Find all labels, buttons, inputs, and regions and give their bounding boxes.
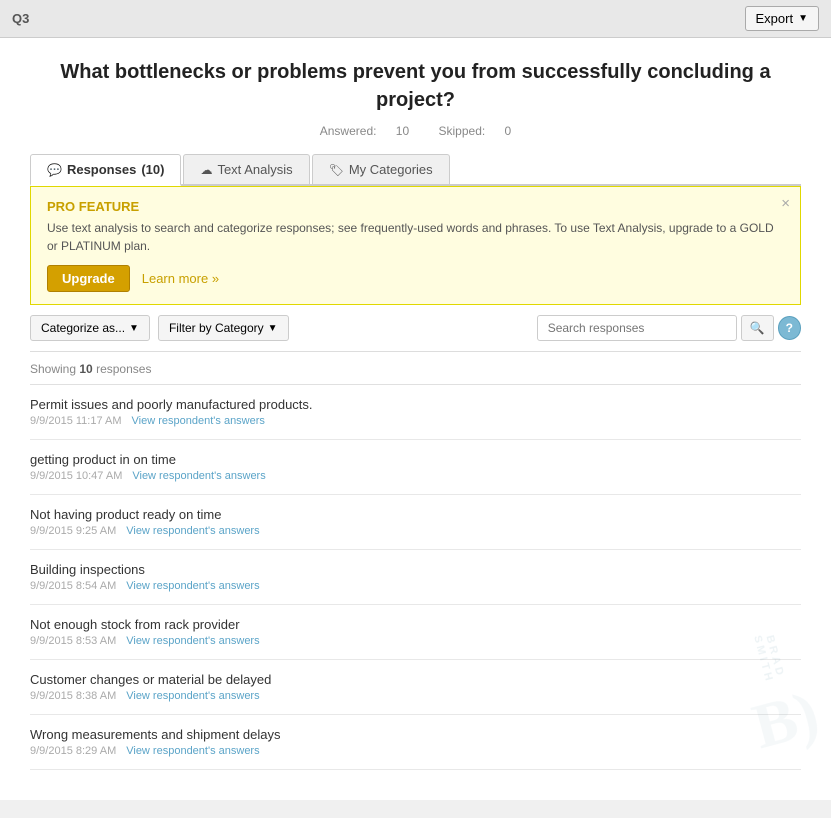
search-container: 🔍 ? (537, 315, 801, 341)
tab-responses-count: (10) (141, 162, 164, 177)
view-answers-link[interactable]: View respondent's answers (126, 580, 259, 592)
response-item: Customer changes or material be delayed … (30, 660, 801, 715)
main-content: What bottlenecks or problems prevent you… (0, 38, 831, 800)
response-item: getting product in on time 9/9/2015 10:4… (30, 440, 801, 495)
search-icon: 🔍 (750, 321, 765, 335)
response-date: 9/9/2015 11:17 AM (30, 415, 122, 427)
search-button[interactable]: 🔍 (741, 315, 774, 341)
help-icon: ? (786, 321, 793, 335)
response-meta: 9/9/2015 8:54 AM View respondent's answe… (30, 580, 801, 592)
response-date: 9/9/2015 8:38 AM (30, 690, 116, 702)
answered-value: 10 (396, 124, 409, 138)
export-chevron-icon: ▼ (798, 13, 808, 24)
tab-text-analysis-label: Text Analysis (217, 162, 292, 177)
view-answers-link[interactable]: View respondent's answers (126, 745, 259, 757)
response-item: Building inspections 9/9/2015 8:54 AM Vi… (30, 550, 801, 605)
response-date: 9/9/2015 8:54 AM (30, 580, 116, 592)
response-date: 9/9/2015 8:53 AM (30, 635, 116, 647)
pro-banner-title: PRO FEATURE (47, 199, 784, 214)
response-meta: 9/9/2015 8:29 AM View respondent's answe… (30, 745, 801, 757)
tabs-container: 💬 Responses (10) ☁ Text Analysis 🏷 My Ca… (30, 154, 801, 186)
response-item: Wrong measurements and shipment delays 9… (30, 715, 801, 770)
filter-chevron-icon: ▼ (268, 323, 278, 334)
skipped-label: Skipped: (439, 124, 486, 138)
question-title: What bottlenecks or problems prevent you… (30, 58, 801, 114)
view-answers-link[interactable]: View respondent's answers (126, 635, 259, 647)
upgrade-button[interactable]: Upgrade (47, 265, 130, 292)
response-text: Wrong measurements and shipment delays (30, 727, 801, 742)
categorize-chevron-icon: ▼ (129, 323, 139, 334)
response-meta: 9/9/2015 10:47 AM View respondent's answ… (30, 470, 801, 482)
response-text: getting product in on time (30, 452, 801, 467)
tab-responses-label: Responses (67, 162, 136, 177)
skipped-value: 0 (505, 124, 512, 138)
tab-responses[interactable]: 💬 Responses (10) (30, 154, 181, 186)
filter-by-category-dropdown[interactable]: Filter by Category ▼ (158, 315, 289, 341)
showing-text: Showing 10 responses (30, 357, 801, 384)
response-meta: 9/9/2015 8:38 AM View respondent's answe… (30, 690, 801, 702)
response-date: 9/9/2015 8:29 AM (30, 745, 116, 757)
view-answers-link[interactable]: View respondent's answers (126, 690, 259, 702)
answered-label: Answered: (320, 124, 377, 138)
tab-text-analysis[interactable]: ☁ Text Analysis (183, 154, 309, 184)
response-count: 10 (79, 362, 92, 376)
question-label: Q3 (12, 11, 29, 26)
tab-my-categories-label: My Categories (349, 162, 433, 177)
response-text: Building inspections (30, 562, 801, 577)
filter-row: Categorize as... ▼ Filter by Category ▼ … (30, 305, 801, 352)
tab-my-categories[interactable]: 🏷 My Categories (312, 154, 450, 184)
response-item: Not having product ready on time 9/9/201… (30, 495, 801, 550)
learn-more-link[interactable]: Learn more » (142, 271, 219, 286)
response-item: Permit issues and poorly manufactured pr… (30, 385, 801, 440)
top-bar: Q3 Export ▼ (0, 0, 831, 38)
response-item: Not enough stock from rack provider 9/9/… (30, 605, 801, 660)
response-text: Not having product ready on time (30, 507, 801, 522)
response-text: Customer changes or material be delayed (30, 672, 801, 687)
view-answers-link[interactable]: View respondent's answers (126, 525, 259, 537)
search-input[interactable] (537, 315, 737, 341)
responses-tab-icon: 💬 (47, 163, 62, 177)
my-categories-tab-icon: 🏷 (329, 163, 344, 177)
help-button[interactable]: ? (778, 316, 801, 340)
response-meta: 9/9/2015 9:25 AM View respondent's answe… (30, 525, 801, 537)
pro-banner-description: Use text analysis to search and categori… (47, 219, 784, 255)
close-banner-button[interactable]: × (781, 195, 790, 212)
response-list: Permit issues and poorly manufactured pr… (30, 384, 801, 770)
view-answers-link[interactable]: View respondent's answers (132, 470, 265, 482)
view-answers-link[interactable]: View respondent's answers (132, 415, 265, 427)
pro-banner: × PRO FEATURE Use text analysis to searc… (30, 186, 801, 305)
export-button[interactable]: Export ▼ (745, 6, 819, 31)
response-text: Not enough stock from rack provider (30, 617, 801, 632)
response-meta: 9/9/2015 11:17 AM View respondent's answ… (30, 415, 801, 427)
stats-row: Answered: 10 Skipped: 0 (30, 124, 801, 138)
pro-banner-actions: Upgrade Learn more » (47, 265, 784, 292)
response-date: 9/9/2015 10:47 AM (30, 470, 122, 482)
categorize-dropdown[interactable]: Categorize as... ▼ (30, 315, 150, 341)
response-date: 9/9/2015 9:25 AM (30, 525, 116, 537)
text-analysis-tab-icon: ☁ (200, 163, 212, 177)
response-meta: 9/9/2015 8:53 AM View respondent's answe… (30, 635, 801, 647)
response-text: Permit issues and poorly manufactured pr… (30, 397, 801, 412)
